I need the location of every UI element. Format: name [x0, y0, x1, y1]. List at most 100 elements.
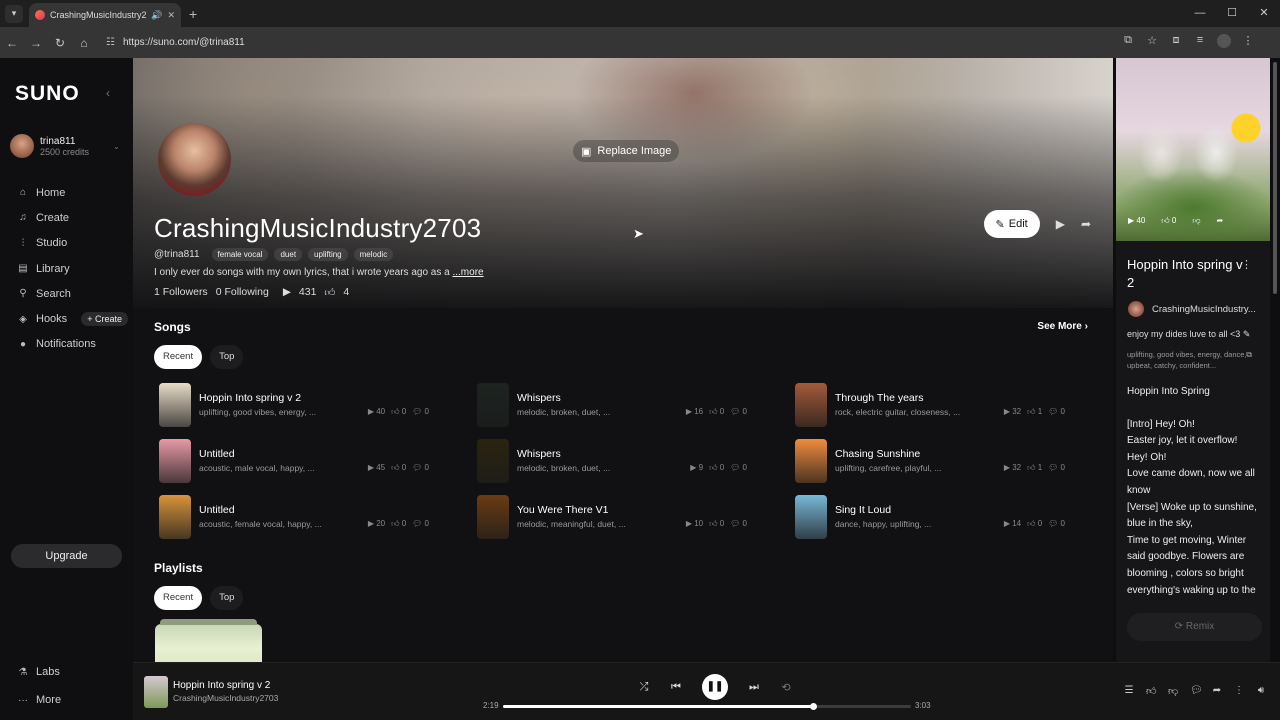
- song-cover[interactable]: [477, 383, 509, 427]
- tab-top[interactable]: Top: [210, 586, 244, 610]
- song-card[interactable]: Whispers melodic, broken, duet, ... ▶ 9 👍︎ …: [477, 439, 777, 483]
- now-playing-artist[interactable]: CrashingMusicIndustry2703: [173, 693, 278, 703]
- song-title[interactable]: You Were There V1: [517, 504, 608, 516]
- volume-icon[interactable]: 🔊︎: [1256, 685, 1266, 697]
- like-button[interactable]: 👍︎ 0: [1161, 216, 1176, 226]
- song-cover[interactable]: [795, 495, 827, 539]
- edit-pencil-icon[interactable]: ✎: [1243, 329, 1251, 339]
- home-browser-icon[interactable]: ⌂: [72, 36, 96, 50]
- progress-handle[interactable]: [810, 703, 818, 710]
- next-icon[interactable]: ⏭: [748, 681, 760, 694]
- minimize-icon[interactable]: —: [1184, 0, 1216, 27]
- song-card[interactable]: Chasing Sunshine uplifting, carefree, pla…: [795, 439, 1095, 483]
- song-card[interactable]: Through The years rock, electric guitar, …: [795, 383, 1095, 427]
- now-playing-title[interactable]: Hoppin Into spring v 2: [173, 680, 270, 691]
- sidebar-item-hooks[interactable]: ◈ Hooks + Create: [18, 306, 128, 331]
- url-field[interactable]: ☷ https://suno.com/@trina811: [102, 31, 1107, 54]
- song-title[interactable]: Untitled: [199, 448, 235, 460]
- sidebar-item-studio[interactable]: ⫶ Studio: [18, 231, 128, 256]
- browser-tab[interactable]: CrashingMusicIndustry2703 🔊 ✕: [29, 3, 181, 27]
- song-title[interactable]: Untitled: [199, 504, 235, 516]
- song-cover[interactable]: [795, 439, 827, 483]
- profile-picture[interactable]: [158, 123, 231, 196]
- comment-icon[interactable]: 💬︎: [1190, 685, 1203, 697]
- maximize-icon[interactable]: ☐: [1216, 0, 1248, 27]
- style-tag[interactable]: melodic: [353, 248, 394, 261]
- copy-icon[interactable]: ⧉: [1246, 350, 1252, 360]
- share-icon[interactable]: ➦: [1081, 217, 1091, 231]
- song-cover[interactable]: [795, 383, 827, 427]
- song-card[interactable]: Untitled acoustic, male vocal, happy, ...…: [159, 439, 459, 483]
- edit-profile-button[interactable]: ✎ Edit: [983, 210, 1040, 238]
- now-playing-art[interactable]: [144, 676, 168, 708]
- song-title[interactable]: Whispers: [517, 448, 561, 460]
- sidebar-item-more[interactable]: ··· More: [18, 686, 61, 714]
- sidebar-item-labs[interactable]: ⚗ Labs: [18, 658, 61, 686]
- song-cover[interactable]: [477, 495, 509, 539]
- song-cover[interactable]: [159, 495, 191, 539]
- tab-search-icon[interactable]: ▾: [5, 4, 23, 23]
- sidebar-item-search[interactable]: ⚲ Search: [18, 281, 128, 306]
- song-artist[interactable]: CrashingMusicIndustry...: [1128, 301, 1256, 317]
- audio-playing-icon[interactable]: 🔊: [151, 10, 162, 21]
- reload-icon[interactable]: ↻: [48, 36, 72, 50]
- play-count[interactable]: ▶ 40: [1128, 216, 1145, 226]
- song-title[interactable]: Through The years: [835, 392, 924, 404]
- more-options-icon[interactable]: ⋮: [1234, 685, 1244, 697]
- dislike-icon[interactable]: 👎︎: [1168, 685, 1178, 697]
- close-tab-icon[interactable]: ✕: [167, 10, 175, 21]
- chevron-down-icon[interactable]: ⌄: [113, 142, 120, 151]
- song-card[interactable]: Hoppin Into spring v 2 uplifting, good vi…: [159, 383, 459, 427]
- see-more-link[interactable]: See More ›: [1037, 321, 1088, 332]
- song-card[interactable]: Sing It Loud dance, happy, uplifting, ...…: [795, 495, 1095, 539]
- progress-bar[interactable]: [503, 703, 911, 710]
- user-menu[interactable]: trina811 2500 credits: [10, 134, 89, 158]
- profile-icon[interactable]: [1217, 34, 1231, 51]
- install-app-icon[interactable]: ⧉: [1121, 34, 1135, 51]
- site-info-icon[interactable]: ☷: [106, 37, 115, 48]
- previous-icon[interactable]: ⏮: [670, 681, 682, 694]
- new-tab-icon[interactable]: +: [189, 6, 197, 22]
- replace-image-button[interactable]: ▣ Replace Image: [573, 140, 680, 162]
- song-cover[interactable]: [159, 439, 191, 483]
- tab-recent[interactable]: Recent: [154, 345, 203, 369]
- song-card[interactable]: You Were There V1 melodic, meaningful, du…: [477, 495, 777, 539]
- sidebar-item-notifications[interactable]: ● Notifications: [18, 332, 128, 357]
- following-count[interactable]: 0 Following: [216, 286, 269, 299]
- share-icon[interactable]: ➦: [1216, 216, 1223, 226]
- shuffle-icon[interactable]: ⤮: [638, 681, 650, 694]
- repeat-icon[interactable]: ⟲: [780, 681, 792, 694]
- browser-menu-icon[interactable]: ⋮: [1241, 34, 1255, 51]
- remix-button[interactable]: ⟳ Remix: [1127, 613, 1262, 641]
- song-title[interactable]: Sing It Loud: [835, 504, 891, 516]
- bio-more-link[interactable]: ...more: [452, 267, 483, 278]
- song-card[interactable]: Whispers melodic, broken, duet, ... ▶ 16 👍︎…: [477, 383, 777, 427]
- style-tag[interactable]: uplifting: [308, 248, 348, 261]
- song-card[interactable]: Untitled acoustic, female vocal, happy, .…: [159, 495, 459, 539]
- more-options-icon[interactable]: ⋮: [1241, 258, 1252, 271]
- upgrade-button[interactable]: Upgrade: [11, 544, 122, 568]
- song-title[interactable]: Whispers: [517, 392, 561, 404]
- tab-top[interactable]: Top: [210, 345, 244, 369]
- song-cover[interactable]: [159, 383, 191, 427]
- song-cover[interactable]: [477, 439, 509, 483]
- playlist-card[interactable]: [155, 619, 262, 662]
- song-title[interactable]: Chasing Sunshine: [835, 448, 920, 460]
- hooks-create-button[interactable]: + Create: [81, 312, 128, 327]
- sidebar-item-home[interactable]: ⌂ Home: [18, 180, 128, 205]
- close-window-icon[interactable]: ✕: [1248, 0, 1280, 27]
- pause-button[interactable]: ❚❚: [702, 674, 728, 700]
- back-icon[interactable]: ←: [0, 36, 24, 50]
- forward-icon[interactable]: →: [24, 36, 48, 50]
- sidebar-item-create[interactable]: ♫ Create: [18, 205, 128, 230]
- dislike-icon[interactable]: 👎︎: [1192, 216, 1200, 226]
- style-tag[interactable]: female vocal: [211, 248, 269, 261]
- style-tag[interactable]: duet: [274, 248, 303, 261]
- play-all-icon[interactable]: ▶: [1056, 217, 1065, 231]
- suno-logo[interactable]: SUNO: [15, 82, 80, 106]
- queue-icon[interactable]: ☰: [1124, 685, 1134, 697]
- media-control-icon[interactable]: ≡: [1193, 34, 1207, 51]
- tab-recent[interactable]: Recent: [154, 586, 203, 610]
- song-title[interactable]: Hoppin Into spring v 2: [199, 392, 301, 404]
- scrollbar[interactable]: [1272, 58, 1278, 298]
